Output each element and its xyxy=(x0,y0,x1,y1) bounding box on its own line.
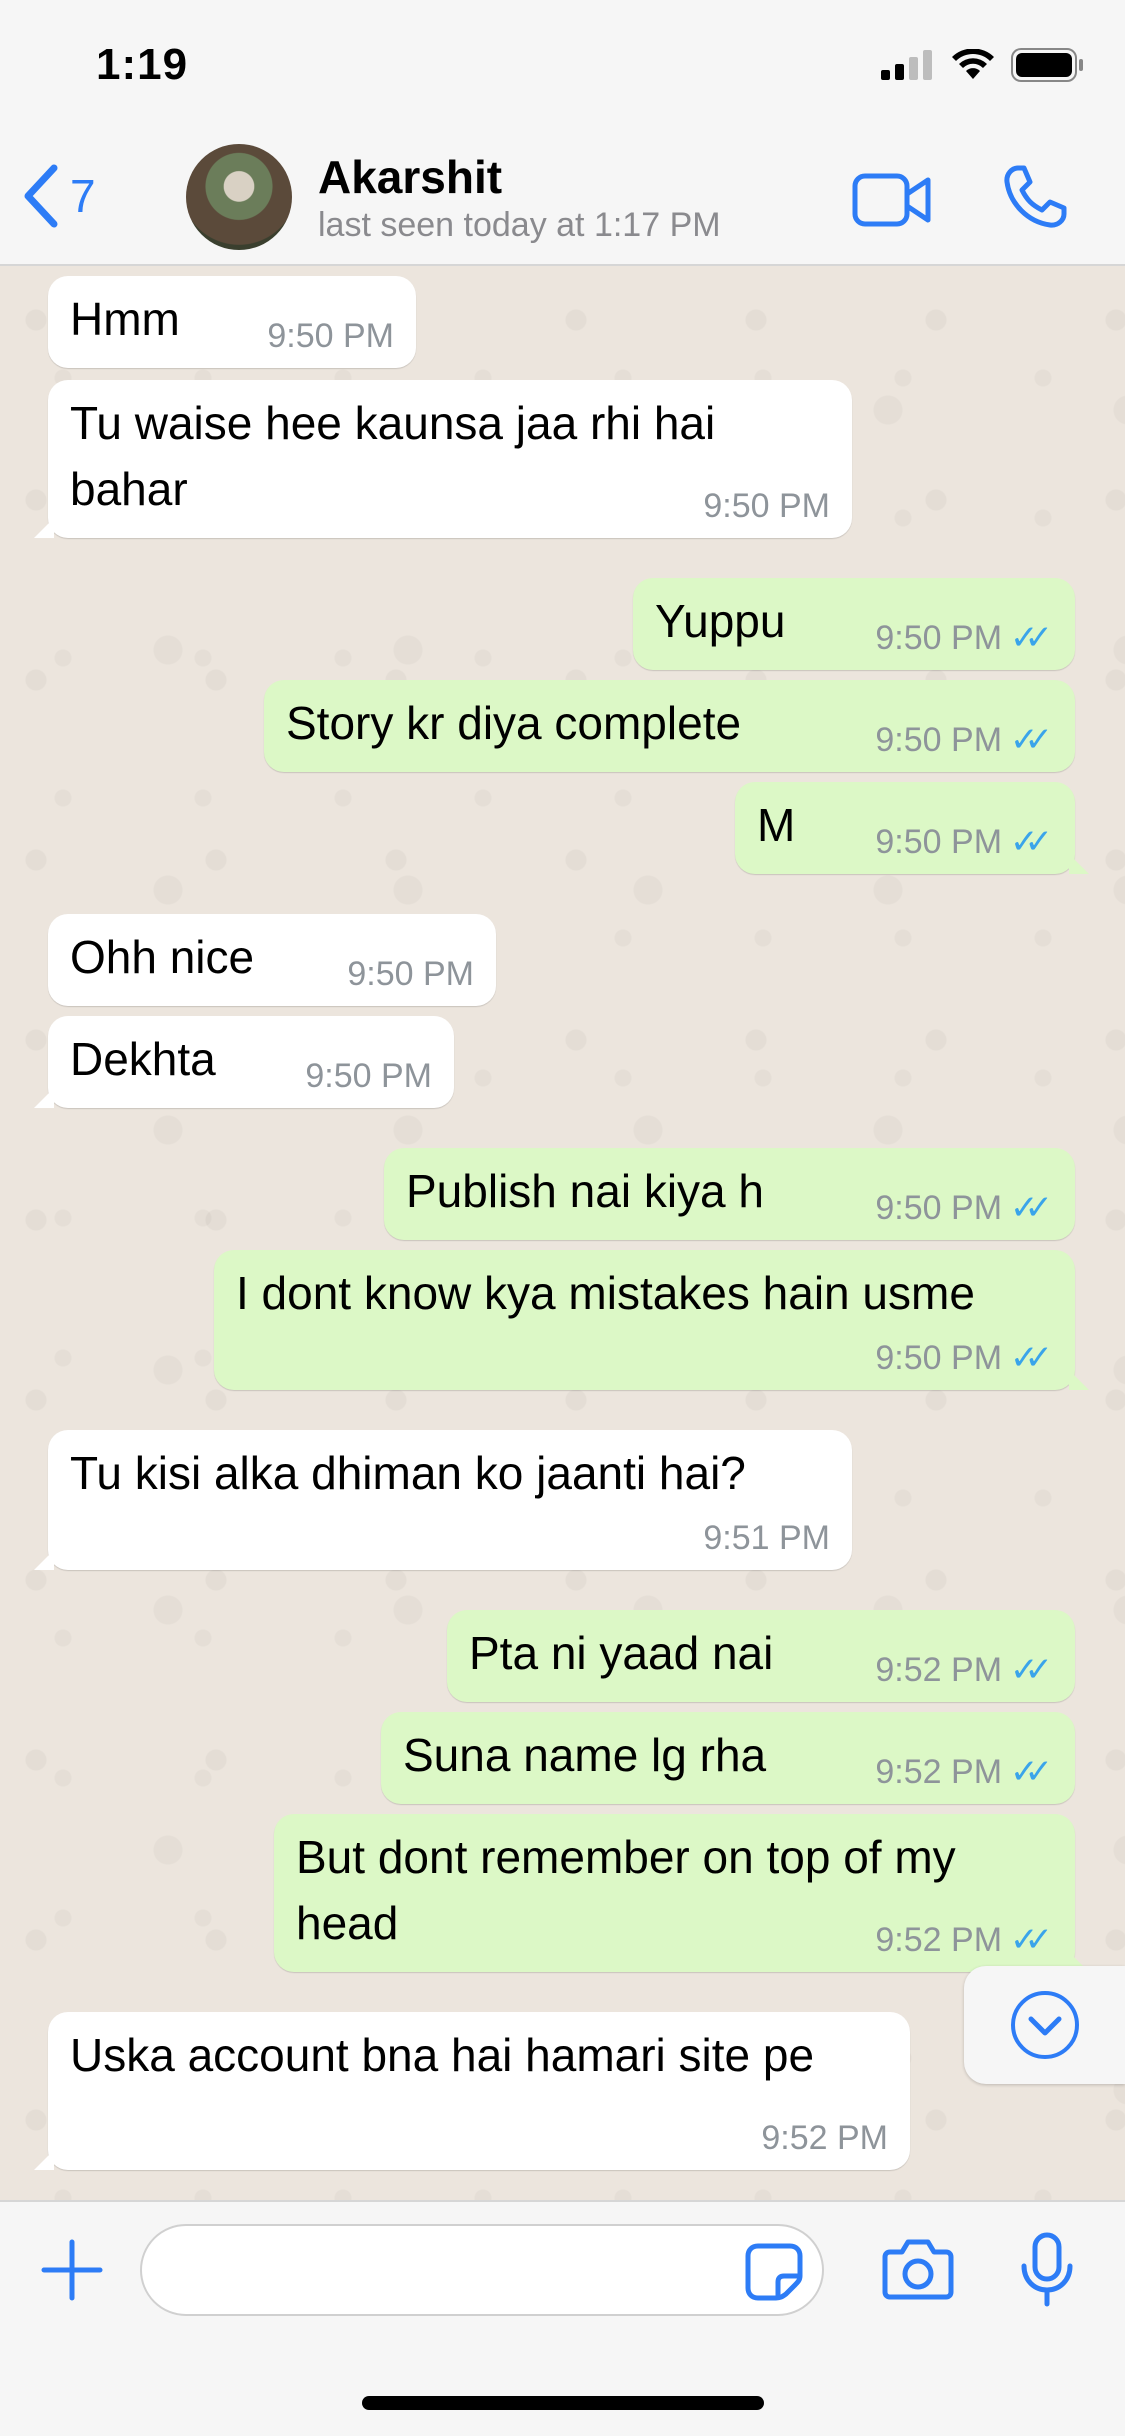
unread-count: 7 xyxy=(70,170,96,222)
read-receipt-icon: ✓✓ xyxy=(1010,1651,1053,1689)
message-time: 9:50 PM xyxy=(703,487,830,525)
message-out[interactable]: I dont know kya mistakes hain usme 9:50 … xyxy=(214,1250,1089,1390)
status-icons xyxy=(881,48,1085,82)
message-in[interactable]: Uska account bna hai hamari site pe 9:52… xyxy=(34,2012,910,2170)
message-text: Uska account bna hai hamari site pe xyxy=(70,2029,815,2081)
message-time: 9:50 PM xyxy=(875,1338,1003,1377)
read-receipt-icon: ✓✓ xyxy=(1010,721,1053,759)
message-time: 9:52 PM xyxy=(875,1752,1003,1791)
message-out[interactable]: Suna name lg rha 9:52 PM ✓✓ xyxy=(381,1712,1075,1804)
message-time: 9:50 PM xyxy=(875,618,1003,657)
message-time: 9:52 PM xyxy=(875,1650,1003,1689)
message-meta: 9:52 PM ✓✓ xyxy=(875,1752,1053,1792)
message-out[interactable]: Publish nai kiya h 9:50 PM ✓✓ xyxy=(384,1148,1075,1240)
status-bar: 1:19 xyxy=(0,0,1125,140)
message-out[interactable]: Pta ni yaad nai 9:52 PM ✓✓ xyxy=(447,1610,1075,1702)
signal-icon xyxy=(881,50,932,80)
message-meta: 9:50 PM ✓✓ xyxy=(875,822,1053,862)
message-meta: 9:50 PM ✓✓ xyxy=(875,618,1053,658)
back-button[interactable]: 7 xyxy=(20,164,96,228)
message-time: 9:52 PM xyxy=(761,2119,888,2157)
plus-icon[interactable] xyxy=(40,2238,104,2302)
read-receipt-icon: ✓✓ xyxy=(1010,823,1053,861)
read-receipt-icon: ✓✓ xyxy=(1010,1339,1053,1377)
message-meta: 9:50 PM ✓✓ xyxy=(875,1338,1053,1378)
microphone-icon[interactable] xyxy=(1020,2232,1074,2308)
contact-name[interactable]: Akarshit xyxy=(318,150,502,204)
message-time: 9:50 PM xyxy=(875,1188,1003,1227)
message-meta: 9:50 PM ✓✓ xyxy=(875,1188,1053,1228)
message-out[interactable]: M 9:50 PM ✓✓ xyxy=(735,782,1089,874)
message-out[interactable]: But dont remember on top of my head 9:52… xyxy=(274,1814,1089,1972)
read-receipt-icon: ✓✓ xyxy=(1010,1753,1053,1791)
message-text: Tu waise hee kaunsa jaa rhi hai bahar xyxy=(70,397,716,515)
message-input[interactable] xyxy=(140,2224,824,2316)
message-in[interactable]: Ohh nice 9:50 PM xyxy=(48,914,496,1006)
contact-status: last seen today at 1:17 PM xyxy=(318,206,721,244)
message-meta: 9:52 PM xyxy=(761,2119,888,2158)
message-text: Tu kisi alka dhiman ko jaanti hai? xyxy=(70,1447,746,1499)
read-receipt-icon: ✓✓ xyxy=(1010,1189,1053,1227)
message-meta: 9:50 PM xyxy=(703,487,830,526)
message-meta: 9:52 PM ✓✓ xyxy=(875,1650,1053,1690)
video-call-icon[interactable] xyxy=(852,170,932,230)
read-receipt-icon: ✓✓ xyxy=(1010,619,1053,657)
read-receipt-icon: ✓✓ xyxy=(1010,1921,1053,1959)
message-time: 9:52 PM xyxy=(875,1920,1003,1959)
message-meta: 9:51 PM xyxy=(703,1519,830,1558)
message-out[interactable]: Yuppu 9:50 PM ✓✓ xyxy=(633,578,1075,670)
phone-icon[interactable] xyxy=(1002,164,1068,230)
avatar[interactable] xyxy=(186,144,292,250)
message-meta: 9:52 PM ✓✓ xyxy=(875,1920,1053,1960)
message-in[interactable]: Hmm 9:50 PM xyxy=(48,276,416,368)
message-meta: 9:50 PM xyxy=(347,955,474,994)
message-time: 9:50 PM xyxy=(875,822,1003,861)
message-time: 9:50 PM xyxy=(305,1057,432,1095)
message-in[interactable]: Tu kisi alka dhiman ko jaanti hai? 9:51 … xyxy=(34,1430,852,1570)
message-in[interactable]: Dekhta 9:50 PM xyxy=(34,1016,454,1108)
message-meta: 9:50 PM ✓✓ xyxy=(875,720,1053,760)
home-indicator[interactable] xyxy=(362,2396,764,2410)
scroll-down-icon xyxy=(1010,1991,1079,2059)
wifi-icon xyxy=(952,49,994,79)
camera-icon[interactable] xyxy=(882,2238,954,2300)
chat-header: 7 Akarshit last seen today at 1:17 PM xyxy=(0,140,1125,266)
message-time: 9:50 PM xyxy=(267,317,394,355)
back-chevron-icon xyxy=(24,164,58,228)
chat-area[interactable]: Hmm 9:50 PM Tu waise hee kaunsa jaa rhi … xyxy=(0,266,1125,2200)
scroll-to-bottom-button[interactable] xyxy=(964,1966,1125,2084)
message-meta: 9:50 PM xyxy=(305,1057,432,1096)
message-time: 9:50 PM xyxy=(875,720,1003,759)
message-time: 9:51 PM xyxy=(703,1519,830,1557)
message-out[interactable]: Story kr diya complete 9:50 PM ✓✓ xyxy=(264,680,1075,772)
message-meta: 9:50 PM xyxy=(267,317,394,356)
message-time: 9:50 PM xyxy=(347,955,474,993)
message-in[interactable]: Tu waise hee kaunsa jaa rhi hai bahar 9:… xyxy=(34,380,852,538)
message-text: I dont know kya mistakes hain usme xyxy=(236,1267,975,1319)
sticker-icon[interactable] xyxy=(744,2242,804,2302)
battery-icon xyxy=(1011,48,1083,82)
status-time: 1:19 xyxy=(96,40,189,89)
composer-bar xyxy=(0,2200,1125,2436)
